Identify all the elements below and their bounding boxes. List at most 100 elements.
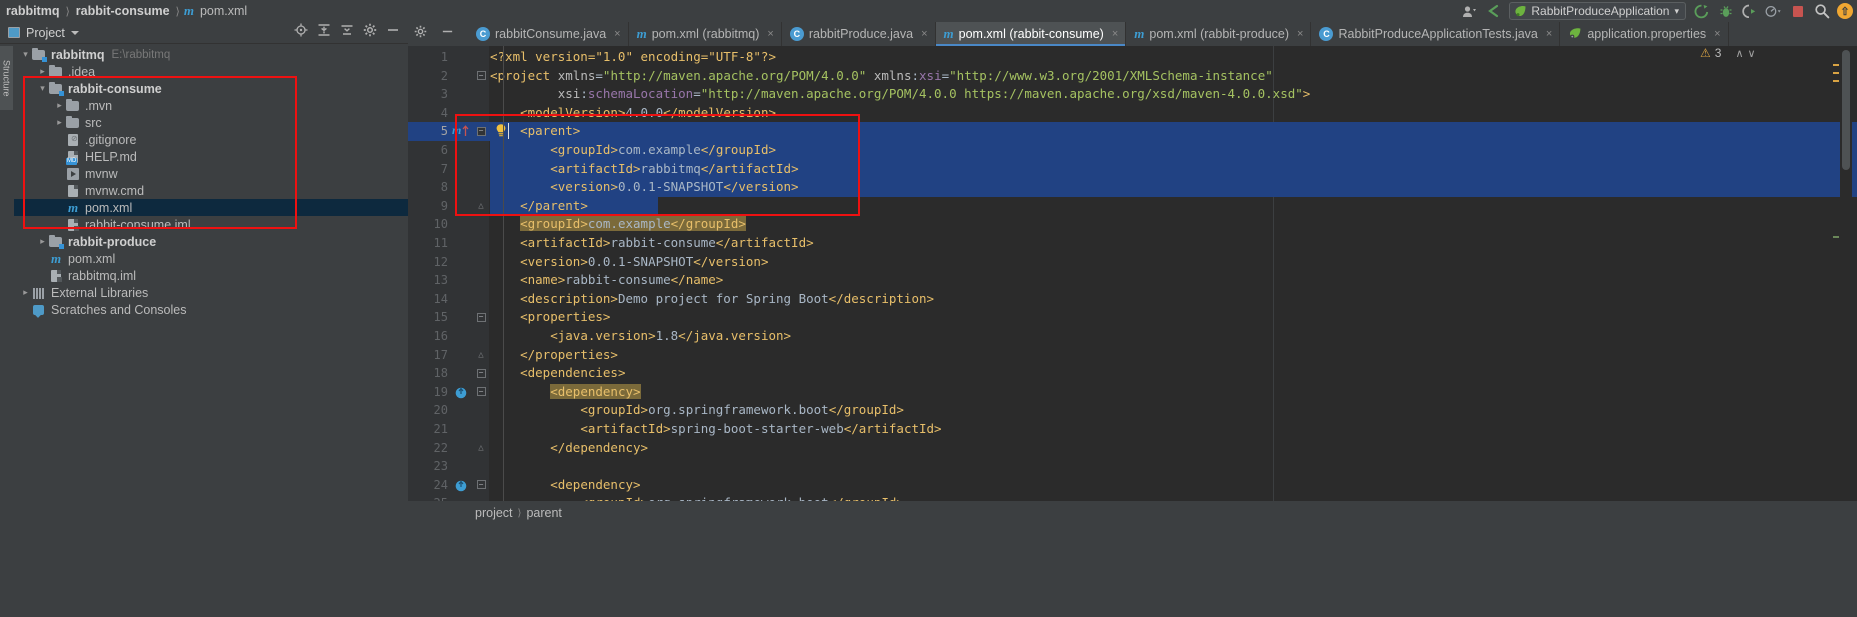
code-text[interactable]: <artifactId>spring-boot-starter-web</art…	[490, 421, 941, 436]
gear-icon[interactable]	[414, 25, 427, 43]
editor-scrollbar[interactable]	[1840, 46, 1852, 501]
tree-item--mvn[interactable]: .mvn	[14, 97, 408, 114]
chevron-right-icon[interactable]	[37, 66, 48, 77]
close-icon[interactable]: ×	[767, 28, 773, 40]
code-line[interactable]: 19 <dependency>	[408, 383, 1857, 402]
scrollbar-thumb[interactable]	[1842, 50, 1850, 170]
tree-item--gitignore[interactable]: .gitignore	[14, 131, 408, 148]
profile-icon[interactable]	[1765, 2, 1782, 20]
tree-item-pom-xml[interactable]: m pom.xml	[14, 250, 408, 267]
code-line[interactable]: 6 <groupId>com.example</groupId>	[408, 141, 1857, 160]
code-fold-toggle[interactable]: −	[476, 71, 486, 81]
debug-icon[interactable]	[1717, 2, 1734, 20]
code-line[interactable]: 14 <description>Demo project for Spring …	[408, 290, 1857, 309]
code-text[interactable]: <groupId>com.example</groupId>	[490, 142, 776, 157]
chevron-right-icon[interactable]	[20, 287, 31, 298]
editor-tab-application-properties[interactable]: application.properties ×	[1560, 22, 1729, 46]
tree-item-external-libraries[interactable]: External Libraries	[14, 284, 408, 301]
error-stripe-markers[interactable]	[1833, 46, 1839, 501]
code-line[interactable]: 13 <name>rabbit-consume</name>	[408, 271, 1857, 290]
locate-icon[interactable]	[294, 23, 308, 42]
chevron-down-icon[interactable]: ▾	[1674, 6, 1679, 17]
code-line[interactable]: 4 <modelVersion>4.0.0</modelVersion>	[408, 104, 1857, 123]
tree-item-scratches-and-consoles[interactable]: Scratches and Consoles	[14, 301, 408, 318]
collapse-all-icon[interactable]	[317, 23, 331, 42]
code-fold-toggle[interactable]: △	[476, 443, 486, 453]
code-text[interactable]: <artifactId>rabbitmq</artifactId>	[490, 161, 798, 176]
maven-dependency-gutter-icon[interactable]	[454, 385, 469, 400]
code-line[interactable]: 18 <dependencies>	[408, 364, 1857, 383]
code-line[interactable]: 20 <groupId>org.springframework.boot</gr…	[408, 401, 1857, 420]
code-editor[interactable]: 1 <?xml version="1.0" encoding="UTF-8"?> 2…	[408, 46, 1857, 501]
code-text[interactable]: </dependency>	[490, 440, 648, 455]
code-text[interactable]: </properties>	[490, 347, 618, 362]
status-breadcrumb-parent[interactable]: parent	[521, 506, 566, 520]
code-line[interactable]: 25 <groupId>org.springframework.boot</gr…	[408, 494, 1857, 501]
code-text[interactable]: <properties>	[490, 309, 610, 324]
run-with-coverage-icon[interactable]	[1741, 2, 1758, 20]
code-text[interactable]: <groupId>org.springframework.boot</group…	[490, 402, 904, 417]
code-text[interactable]: <dependencies>	[490, 365, 625, 380]
close-icon[interactable]: ×	[921, 28, 927, 40]
tree-item-rabbitmq-iml[interactable]: rabbitmq.iml	[14, 267, 408, 284]
code-line[interactable]: 1 <?xml version="1.0" encoding="UTF-8"?>	[408, 48, 1857, 67]
tree-item-rabbit-produce[interactable]: rabbit-produce	[14, 233, 408, 250]
code-text[interactable]: <groupId>com.example</groupId>	[490, 216, 746, 232]
code-line[interactable]: 10 <groupId>com.example</groupId>	[408, 215, 1857, 234]
code-line[interactable]: 12 <version>0.0.1-SNAPSHOT</version>	[408, 253, 1857, 272]
tree-item-rabbit-consume[interactable]: rabbit-consume	[14, 80, 408, 97]
code-fold-toggle[interactable]: −	[476, 126, 486, 136]
code-line[interactable]: 2 <project xmlns="http://maven.apache.org…	[408, 67, 1857, 86]
code-text[interactable]: <dependency>	[490, 383, 641, 399]
code-line[interactable]: 5 <parent>	[408, 122, 1857, 141]
code-text[interactable]: <name>rabbit-consume</name>	[490, 272, 723, 287]
code-fold-toggle[interactable]: −	[476, 368, 486, 378]
breadcrumb-item-module[interactable]: rabbit-consume	[72, 4, 174, 18]
chevron-down-icon[interactable]: ∨	[1748, 47, 1756, 60]
maven-reimport-icon[interactable]: m	[452, 123, 469, 138]
tree-item-rabbit-consume-iml[interactable]: rabbit-consume.iml	[14, 216, 408, 233]
hide-panel-icon[interactable]	[386, 23, 400, 42]
tree-item-mvnw-cmd[interactable]: mvnw.cmd	[14, 182, 408, 199]
hide-panel-icon[interactable]	[441, 25, 454, 43]
tree-item-rabbitmq[interactable]: rabbitmq E:\rabbitmq	[14, 46, 408, 63]
code-line[interactable]: 22 </dependency>	[408, 439, 1857, 458]
status-breadcrumb-project[interactable]: project	[470, 506, 518, 520]
editor-tab-rabbitproduceapplicationtests-java[interactable]: C RabbitProduceApplicationTests.java ×	[1311, 22, 1561, 46]
code-line[interactable]: 9 </parent>	[408, 197, 1857, 216]
code-text[interactable]: <version>0.0.1-SNAPSHOT</version>	[490, 254, 768, 269]
close-icon[interactable]: ×	[1297, 28, 1303, 40]
expand-settings-icon[interactable]	[340, 23, 354, 42]
code-line[interactable]: 7 <artifactId>rabbitmq</artifactId>	[408, 160, 1857, 179]
tree-item-help-md[interactable]: MD HELP.md	[14, 148, 408, 165]
editor-tabs[interactable]: CrabbitConsume.java × m pom.xml (rabbitmq) ×…	[408, 22, 1857, 46]
editor-tab-rabbitconsume-java[interactable]: CrabbitConsume.java ×	[468, 22, 629, 46]
code-fold-toggle[interactable]: −	[476, 480, 486, 490]
code-line[interactable]: 8 <version>0.0.1-SNAPSHOT</version>	[408, 178, 1857, 197]
chevron-up-icon[interactable]: ∧	[1735, 47, 1743, 60]
search-everywhere-icon[interactable]	[1813, 2, 1830, 20]
code-text[interactable]: <artifactId>rabbit-consume</artifactId>	[490, 235, 814, 250]
code-line[interactable]: 11 <artifactId>rabbit-consume</artifactI…	[408, 234, 1857, 253]
code-text[interactable]: <dependency>	[490, 477, 640, 492]
chevron-down-icon[interactable]	[37, 83, 48, 94]
project-tree[interactable]: rabbitmq E:\rabbitmq .idea rabbit-consume .m…	[14, 44, 408, 517]
editor-tab-rabbitproduce-java[interactable]: CrabbitProduce.java ×	[781, 22, 936, 46]
update-icon[interactable]: ⇧	[1837, 3, 1853, 19]
code-text[interactable]: </parent>	[490, 198, 588, 213]
code-fold-toggle[interactable]: −	[476, 312, 486, 322]
close-icon[interactable]: ×	[1546, 28, 1552, 40]
editor-tab-pom-xml-rabbitmq-[interactable]: m pom.xml (rabbitmq) ×	[628, 22, 782, 46]
project-panel-title[interactable]: Project	[26, 26, 65, 40]
code-text[interactable]: xsi:schemaLocation="http://maven.apache.…	[490, 86, 1311, 101]
stop-icon[interactable]	[1789, 2, 1806, 20]
code-content[interactable]: 1 <?xml version="1.0" encoding="UTF-8"?> 2…	[408, 46, 1857, 501]
code-line[interactable]: 3 xsi:schemaLocation="http://maven.apach…	[408, 85, 1857, 104]
code-fold-toggle[interactable]: −	[476, 387, 486, 397]
editor-tab-pom-xml-rabbit-consume-[interactable]: m pom.xml (rabbit-consume) ×	[935, 22, 1127, 46]
gear-icon[interactable]	[363, 23, 377, 42]
tree-item-pom-xml[interactable]: m pom.xml	[14, 199, 408, 216]
code-text[interactable]: <project xmlns="http://maven.apache.org/…	[490, 68, 1273, 83]
code-text[interactable]: <java.version>1.8</java.version>	[490, 328, 791, 343]
code-fold-toggle[interactable]: △	[476, 350, 486, 360]
